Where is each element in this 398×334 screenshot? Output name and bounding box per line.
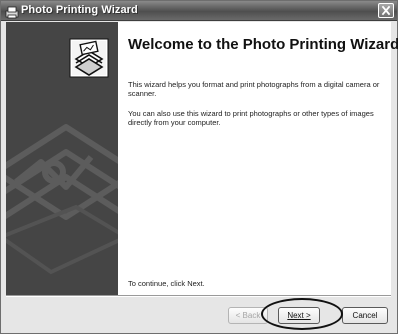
close-button[interactable] [378,3,394,18]
continue-instruction: To continue, click Next. [128,279,205,288]
description-text: This wizard helps you format and print p… [128,80,380,98]
watermark-graphic [6,38,118,275]
back-button[interactable]: < Back [228,307,268,324]
next-button-label: Next > [287,311,311,320]
printer-photo-icon [69,38,109,78]
next-button[interactable]: Next > [278,307,320,324]
window-title: Photo Printing Wizard [21,4,138,16]
description-text-2: You can also use this wizard to print ph… [128,109,374,127]
close-icon [381,5,391,16]
button-bar: < Back Next > Cancel [1,297,397,333]
cancel-button[interactable]: Cancel [342,307,388,324]
wizard-content: Welcome to the Photo Printing Wizard Thi… [118,22,398,295]
title-bar[interactable]: Photo Printing Wizard [1,1,397,21]
wizard-icon [5,4,19,19]
wizard-side-panel [6,22,118,295]
page-title: Welcome to the Photo Printing Wizard [128,36,398,53]
wizard-window: Photo Printing Wizard Welcome to the Pho… [0,0,398,334]
